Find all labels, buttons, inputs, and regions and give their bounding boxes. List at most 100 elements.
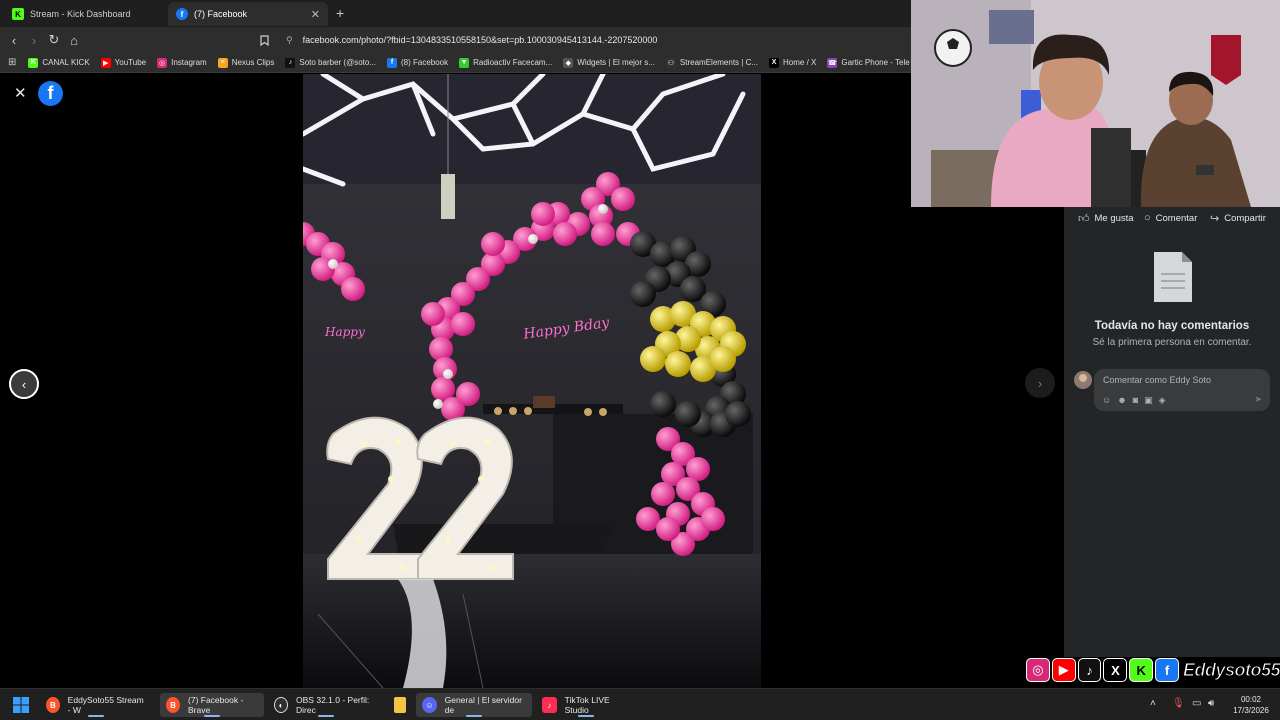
x-icon: X bbox=[1103, 658, 1128, 682]
youtube-icon: ▶ bbox=[1051, 658, 1076, 682]
taskbar-label: (7) Facebook - Brave bbox=[188, 695, 244, 715]
sticker-icon[interactable]: ◈ bbox=[1159, 395, 1166, 406]
tab-kick-dashboard[interactable]: K Stream - Kick Dashboard bbox=[4, 2, 164, 26]
bookmark-icon[interactable] bbox=[256, 32, 272, 48]
system-clock[interactable]: 00:02 17/3/2026 bbox=[1226, 694, 1276, 716]
bookmark-label: YouTube bbox=[114, 58, 147, 67]
kick-icon: K bbox=[12, 8, 24, 20]
clock-time: 00:02 bbox=[1240, 695, 1262, 704]
bookmark-label: StreamElements | C... bbox=[679, 58, 759, 67]
bookmark-item[interactable]: ≡ Nexus Clips bbox=[217, 57, 275, 68]
comment-tools: ☺ ☻ ◙ ▣ ◈ bbox=[1102, 395, 1166, 406]
instagram-icon: ◎ bbox=[1026, 658, 1050, 682]
bookmark-label: Gartic Phone - Tele bbox=[841, 58, 910, 67]
bookmark-item[interactable]: ♪ Soto barber (@soto... bbox=[285, 57, 376, 68]
bookmark-item[interactable]: K CANAL KICK bbox=[28, 57, 90, 68]
reload-button[interactable]: ↻ bbox=[46, 32, 62, 48]
like-label: Me gusta bbox=[1094, 213, 1134, 224]
bookmark-item[interactable]: ▶ YouTube bbox=[100, 57, 147, 68]
facebook-icon: f bbox=[176, 8, 188, 20]
next-photo-button[interactable]: › bbox=[1025, 368, 1055, 398]
browser-tab-bar: K Stream - Kick Dashboard f (7) Facebook… bbox=[0, 0, 912, 27]
no-comments-title: Todavía no hay comentarios bbox=[1094, 320, 1250, 332]
share-button[interactable]: ↪ Compartir bbox=[1210, 212, 1266, 225]
bookmark-label: Soto barber (@soto... bbox=[299, 58, 376, 67]
send-icon[interactable]: ➤ bbox=[1254, 394, 1262, 405]
browser-toolbar: ‹ › ↻ ⌂ ⚲ facebook.com/photo/?fbid=13048… bbox=[0, 27, 912, 53]
new-tab-button[interactable]: + bbox=[336, 5, 344, 21]
taskbar: B EddySoto55 Stream - W B (7) Facebook -… bbox=[0, 688, 1280, 720]
bookmark-item[interactable]: X Home / X bbox=[769, 57, 816, 68]
microphone-icon[interactable]: 🎙︎ bbox=[1172, 698, 1185, 709]
bookmark-label: Widgets | El mejor s... bbox=[577, 58, 655, 67]
like-button[interactable]: 👍︎ Me gusta bbox=[1078, 212, 1134, 225]
bookmark-item[interactable]: ⚇ StreamElements | C... bbox=[665, 57, 759, 68]
comments-panel: 👍︎ Me gusta ○ Comentar ↪ Compartir Todav… bbox=[1064, 207, 1280, 657]
windows-start-icon[interactable] bbox=[13, 697, 29, 713]
emoji-icon[interactable]: ☻ bbox=[1117, 395, 1126, 406]
obs-icon: ◐ bbox=[274, 697, 289, 713]
comment-input[interactable]: Comentar como Eddy Soto ☺ ☻ ◙ ▣ ◈ ➤ bbox=[1094, 369, 1270, 411]
taskbar-label: General | El servidor de bbox=[444, 695, 522, 715]
taskbar-item-tiktok-live[interactable]: ♪ TikTok LIVE Studio bbox=[536, 693, 636, 717]
avatar-sticker-icon[interactable]: ☺ bbox=[1102, 395, 1111, 406]
webcam-overlay bbox=[911, 0, 1280, 207]
gif-icon[interactable]: ▣ bbox=[1144, 395, 1153, 406]
taskbar-label: EddySoto55 Stream - W bbox=[67, 695, 144, 715]
clock-date: 17/3/2026 bbox=[1233, 706, 1269, 715]
previous-photo-button[interactable]: ‹ bbox=[9, 369, 39, 399]
gartic-icon: ☎ bbox=[827, 57, 838, 68]
close-icon[interactable]: ✕ bbox=[14, 84, 27, 102]
comment-label: Comentar bbox=[1155, 212, 1198, 224]
taskbar-item-obs[interactable]: ◐ OBS 32.1.0 - Perfil: Direc bbox=[268, 693, 384, 717]
camera-icon[interactable]: ◙ bbox=[1133, 395, 1138, 406]
svg-text:Happy: Happy bbox=[324, 325, 365, 339]
bookmark-item[interactable]: ◆ Widgets | El mejor s... bbox=[563, 57, 655, 68]
comment-button[interactable]: ○ Comentar bbox=[1144, 212, 1197, 224]
tab-facebook[interactable]: f (7) Facebook ✕ bbox=[168, 2, 328, 26]
bookmark-item[interactable]: ☎ Gartic Phone - Tele bbox=[827, 57, 910, 68]
volume-icon[interactable]: 🔊︎ bbox=[1208, 698, 1214, 709]
avatar[interactable] bbox=[1074, 371, 1092, 389]
taskbar-item-brave-stream[interactable]: B EddySoto55 Stream - W bbox=[40, 693, 152, 717]
bookmark-item[interactable]: ▼ Radioactiv Facecam... bbox=[459, 57, 552, 68]
taskbar-item-discord[interactable]: ☺ General | El servidor de bbox=[416, 693, 532, 717]
address-bar[interactable]: ⚲ facebook.com/photo/?fbid=1304833510558… bbox=[280, 30, 912, 50]
site-info-icon[interactable]: ⚲ bbox=[286, 35, 293, 46]
comment-bubble-icon: ○ bbox=[1144, 212, 1151, 224]
instagram-icon: ◎ bbox=[157, 57, 168, 68]
folder-icon bbox=[394, 697, 406, 713]
nexus-icon: ≡ bbox=[217, 57, 228, 68]
photo-image: Happy Bday Happy bbox=[303, 74, 761, 688]
share-label: Compartir bbox=[1224, 213, 1266, 224]
taskbar-label: TikTok LIVE Studio bbox=[564, 695, 610, 715]
show-hidden-icons-icon[interactable]: ˄ bbox=[1150, 698, 1156, 709]
brave-icon: B bbox=[46, 697, 60, 713]
thumbs-up-icon: 👍︎ bbox=[1078, 213, 1090, 225]
bookmark-label: Nexus Clips bbox=[231, 58, 275, 67]
photo-viewer: ✕ f ‹ › Happy Bday Happy bbox=[0, 74, 1064, 688]
taskbar-item-brave-facebook[interactable]: B (7) Facebook - Brave bbox=[160, 693, 264, 717]
bookmark-label: (8) Facebook bbox=[400, 58, 449, 67]
radioactiv-icon: ▼ bbox=[459, 57, 470, 68]
bookmark-item[interactable]: f (8) Facebook bbox=[386, 57, 449, 68]
bookmarks-bar: ⊞ K CANAL KICK ▶ YouTube ◎ Instagram ≡ Nexus Cl… bbox=[0, 53, 912, 73]
facebook-icon: f bbox=[1155, 658, 1179, 682]
share-icon: ↪ bbox=[1210, 213, 1220, 225]
forward-button[interactable]: › bbox=[26, 32, 42, 48]
bookmark-item[interactable]: ◎ Instagram bbox=[157, 57, 207, 68]
streamelements-icon: ⚇ bbox=[665, 57, 676, 68]
streamer-handle: Eddysoto55 bbox=[1182, 659, 1280, 680]
taskbar-item-file-explorer[interactable] bbox=[388, 693, 412, 717]
close-tab-icon[interactable]: ✕ bbox=[311, 8, 320, 21]
comment-placeholder: Comentar como Eddy Soto bbox=[1103, 375, 1212, 385]
facebook-logo-icon[interactable]: f bbox=[38, 81, 63, 106]
home-button[interactable]: ⌂ bbox=[66, 32, 82, 48]
document-icon bbox=[1152, 250, 1194, 304]
tab-label: Stream - Kick Dashboard bbox=[30, 9, 131, 19]
apps-icon[interactable]: ⊞ bbox=[8, 57, 16, 68]
taskbar-label: OBS 32.1.0 - Perfil: Direc bbox=[296, 695, 370, 715]
network-icon[interactable]: ▭ bbox=[1192, 698, 1201, 709]
back-button[interactable]: ‹ bbox=[6, 32, 22, 48]
kick-icon: K bbox=[1129, 658, 1154, 682]
